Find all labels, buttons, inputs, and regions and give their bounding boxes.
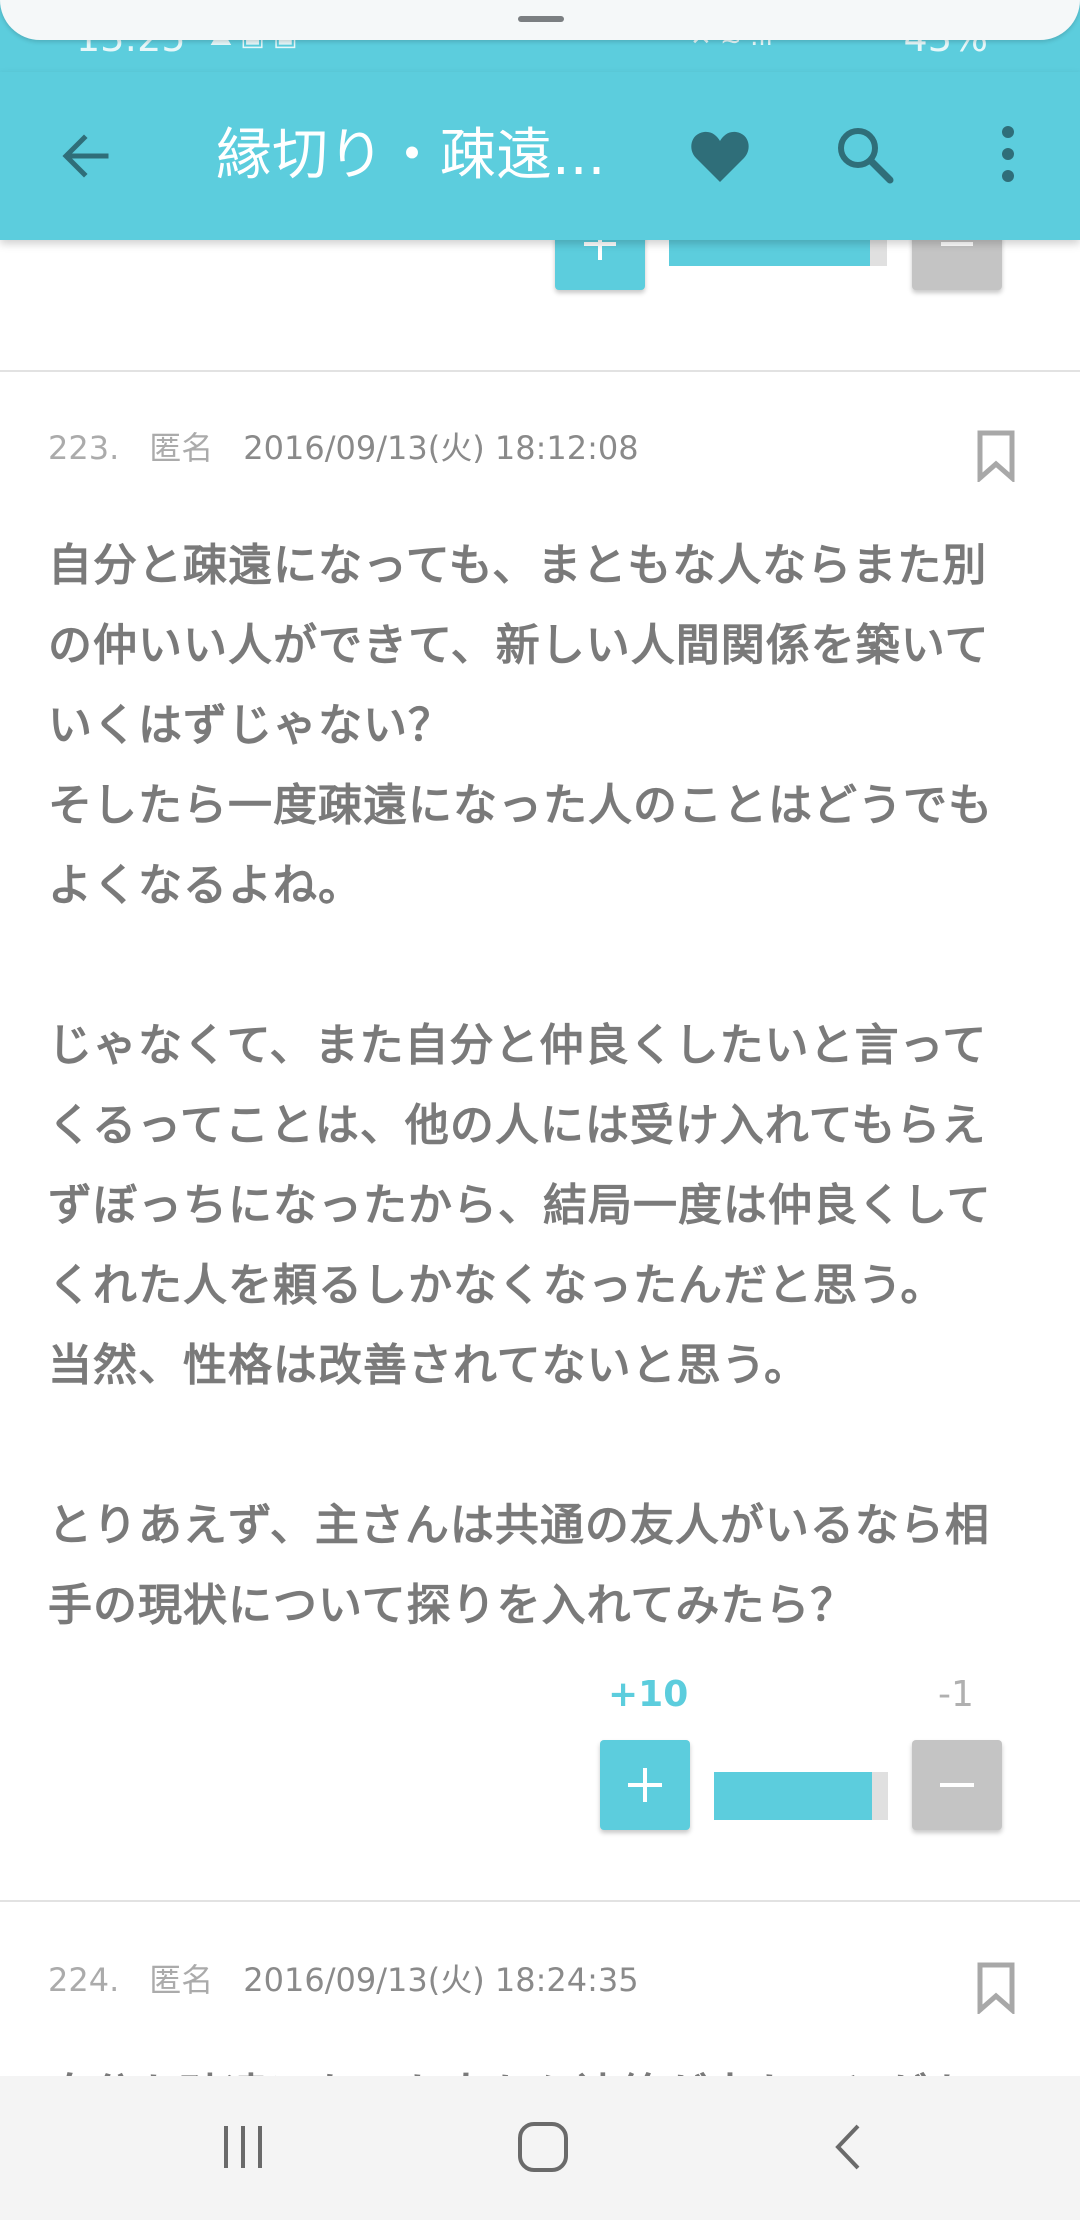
bookmark-icon[interactable] xyxy=(976,430,1016,482)
previous-vote-ratio-bar xyxy=(669,240,887,266)
plus-vote-button[interactable] xyxy=(600,1740,690,1830)
comment-body-peek: 自分も疎遠になった人から連絡が来たことがある xyxy=(48,2056,1016,2076)
comment-author: 匿名 xyxy=(149,429,214,467)
favorite-heart-icon[interactable] xyxy=(688,126,752,186)
minus-count: -1 xyxy=(938,1674,974,1715)
comment-number: 223. xyxy=(48,429,120,467)
page-title: 縁切り・疎遠... xyxy=(216,123,606,188)
back-arrow-icon[interactable] xyxy=(56,126,116,186)
comment-body: 自分と疎遠になっても、まともな人ならまた別 の仲いい人ができて、新しい人間関係を… xyxy=(48,540,993,1631)
vote-bar: +10 -1 xyxy=(0,1674,1080,1834)
comment-date: 2016/09/13(火) 18:24:35 xyxy=(243,1961,639,1999)
handle-icon xyxy=(518,16,564,22)
vote-ratio-bar xyxy=(714,1772,888,1820)
search-icon[interactable] xyxy=(832,122,896,186)
minus-vote-button[interactable] xyxy=(912,1740,1002,1830)
system-back-icon[interactable] xyxy=(830,2122,864,2172)
status-bar: 13:25 ⛰ ▣ ▣ ✕ ≋ .ıl 43% xyxy=(0,0,1080,72)
system-nav-bar xyxy=(0,2076,1080,2220)
comment-date: 2016/09/13(火) 18:12:08 xyxy=(243,429,639,467)
vote-ratio-fill xyxy=(714,1772,873,1820)
divider xyxy=(0,370,1080,372)
recent-apps-icon[interactable] xyxy=(220,2124,266,2170)
comment-meta: 224. 匿名 2016/09/13(火) 18:24:35 xyxy=(48,1958,639,2002)
comment-meta: 223. 匿名 2016/09/13(火) 18:12:08 xyxy=(48,426,639,470)
app-bar: 縁切り・疎遠... xyxy=(0,72,1080,240)
comment-author: 匿名 xyxy=(149,1961,214,1999)
bookmark-icon[interactable] xyxy=(976,1962,1016,2014)
plus-count: +10 xyxy=(608,1674,689,1715)
home-icon[interactable] xyxy=(516,2120,570,2174)
comment-number: 224. xyxy=(48,1961,120,1999)
divider xyxy=(0,1900,1080,1902)
notification-shade-handle[interactable] xyxy=(0,0,1080,40)
more-vertical-icon[interactable] xyxy=(984,122,1032,186)
previous-vote-ratio-fill xyxy=(669,240,870,266)
